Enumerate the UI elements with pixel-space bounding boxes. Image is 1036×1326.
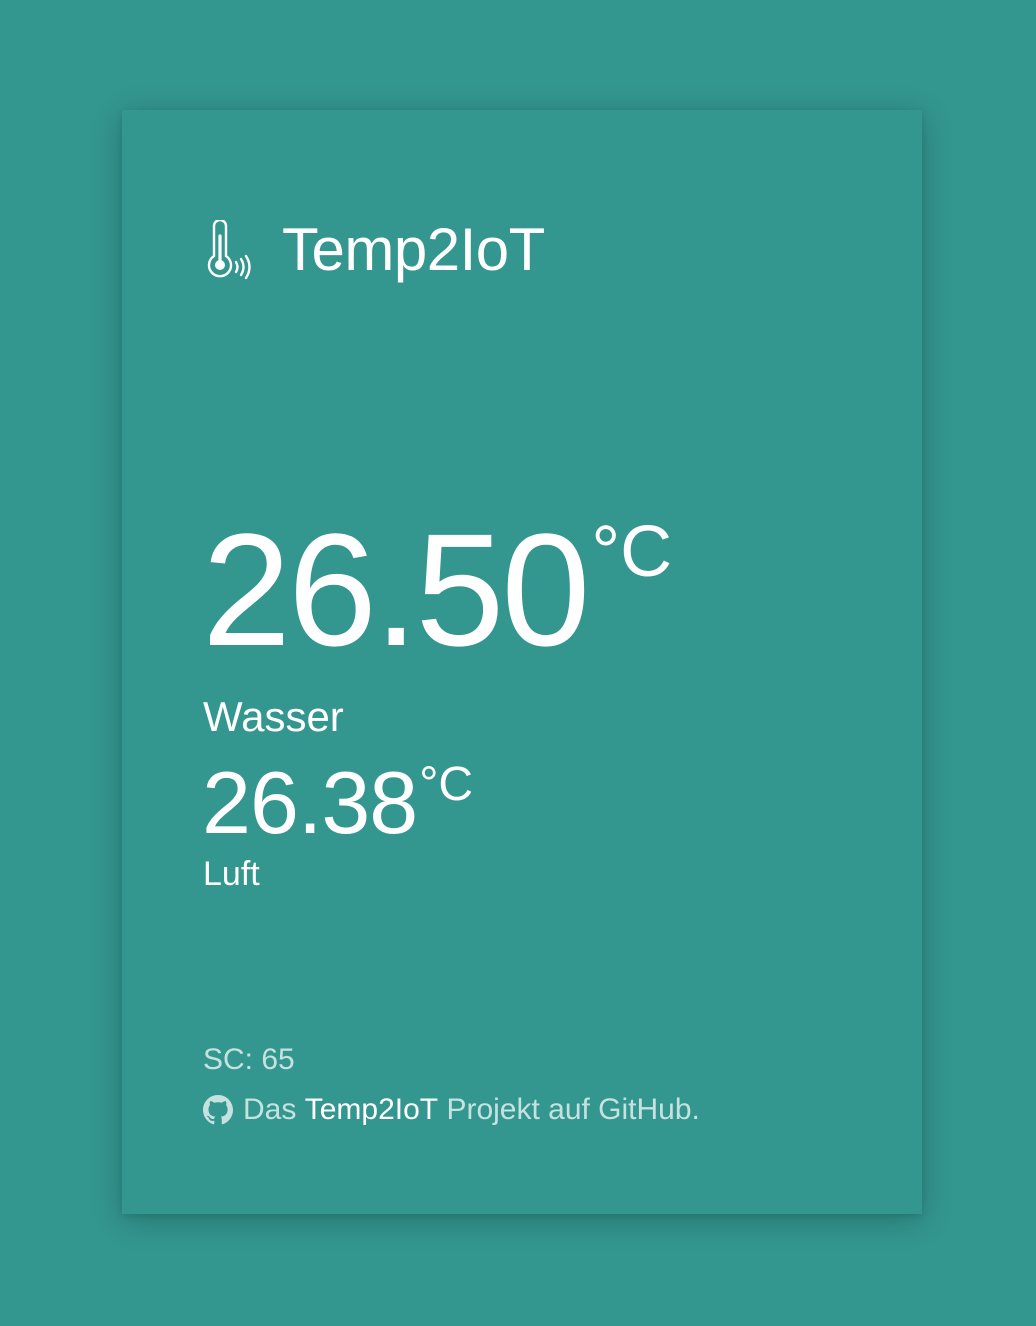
github-icon xyxy=(203,1095,233,1125)
sc-counter: SC: 65 xyxy=(203,1043,295,1076)
thermometer-signal-icon xyxy=(207,220,251,280)
app-title: Temp2IoT xyxy=(282,216,545,283)
temperature-card: Temp2IoT 26.50°C Wasser 26.38°C Luft SC:… xyxy=(122,110,922,1214)
header: Temp2IoT xyxy=(204,218,545,282)
github-project-link[interactable]: Temp2IoT xyxy=(305,1092,438,1128)
water-label: Wasser xyxy=(203,693,344,740)
github-footer: Das Temp2IoT Projekt auf GitHub. xyxy=(203,1092,700,1128)
air-temperature-value: 26.38 xyxy=(202,753,418,852)
github-prefix: Das xyxy=(243,1093,297,1126)
water-temperature: 26.50°C xyxy=(202,510,672,670)
air-temperature: 26.38°C xyxy=(202,758,473,848)
water-temperature-unit: °C xyxy=(591,512,673,592)
water-temperature-value: 26.50 xyxy=(202,500,590,679)
air-label: Luft xyxy=(203,855,260,893)
air-temperature-unit: °C xyxy=(419,758,474,811)
github-suffix: Projekt auf GitHub. xyxy=(446,1093,700,1126)
